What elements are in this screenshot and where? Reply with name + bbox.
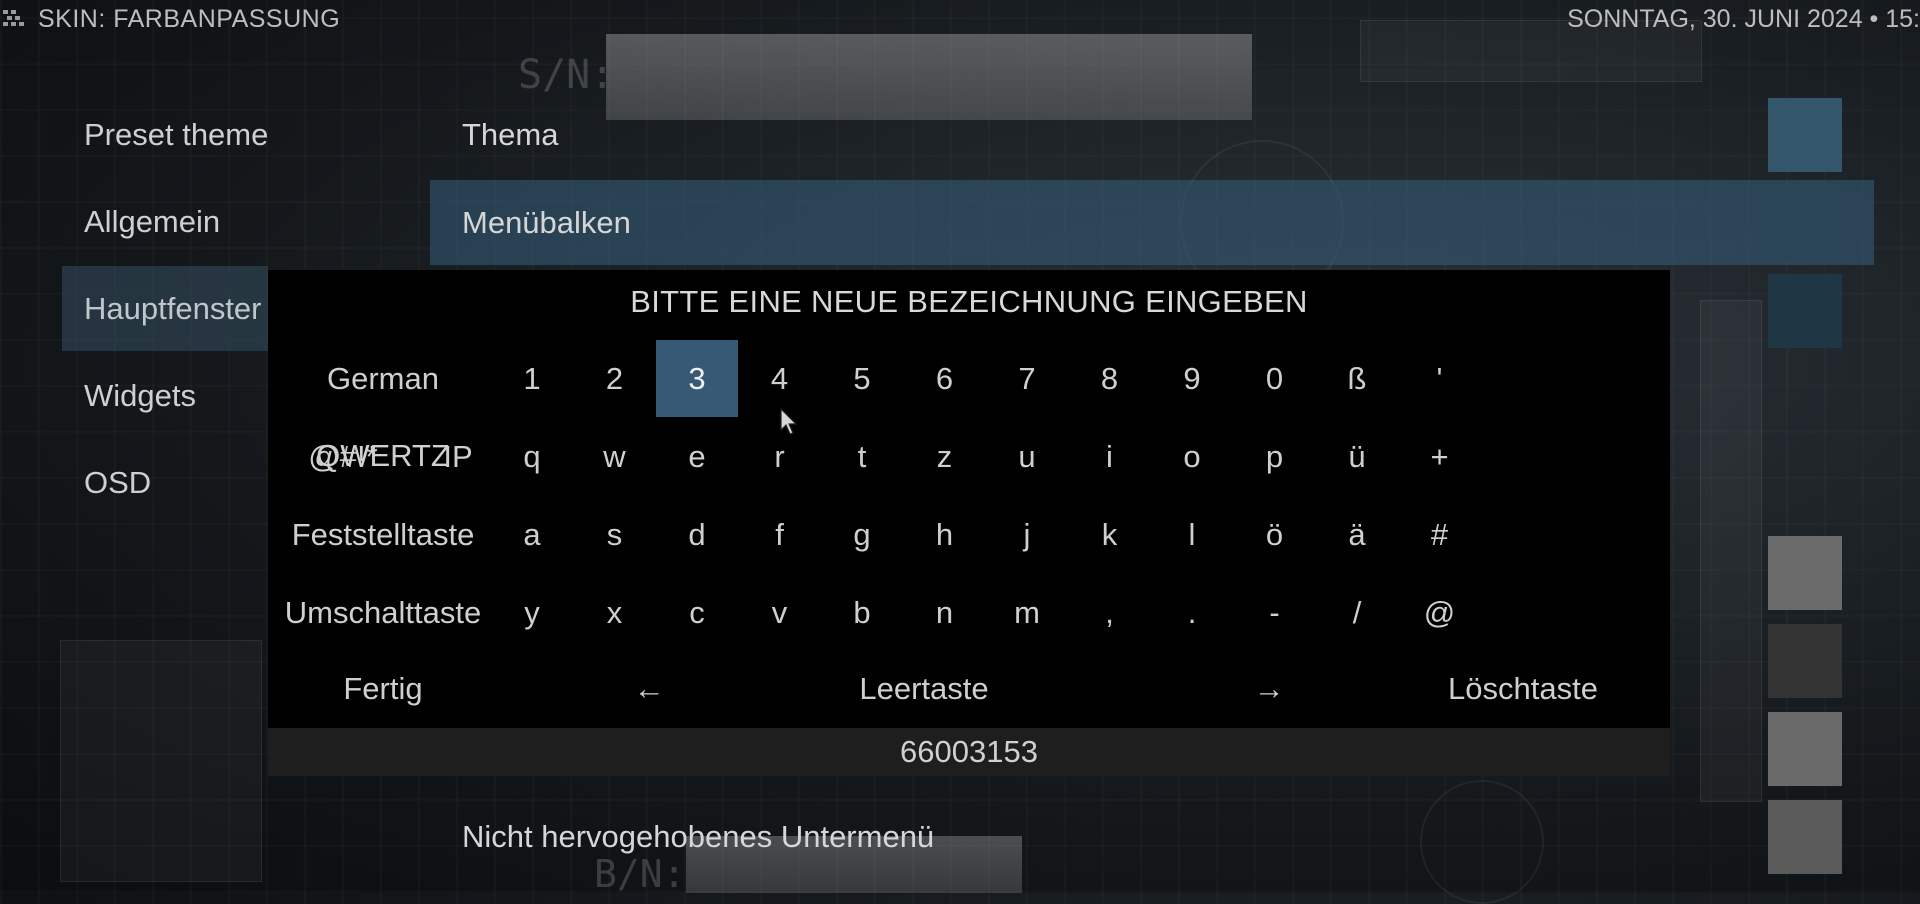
key-4-3[interactable]: c [656,574,738,651]
key-3-11[interactable]: ä [1316,496,1398,573]
key-3-7[interactable]: j [986,496,1068,573]
key-3-8[interactable]: k [1069,496,1151,573]
color-swatch-thema [1768,98,1842,172]
color-swatch [1768,712,1842,786]
color-swatch-untermenu [1768,800,1842,874]
sidebar-item-preset-themes[interactable]: Preset themes [62,92,268,177]
setting-row-menubalken[interactable]: Menübalken [430,180,1874,265]
skin-palette-icon [3,10,24,26]
sidebar-item-widgets[interactable]: Widgets [62,353,268,438]
key-3-12[interactable]: # [1399,496,1481,573]
cursor-left-button[interactable]: ← [614,650,684,727]
key-4-8[interactable]: , [1069,574,1151,651]
done-button[interactable]: Fertig [268,650,498,727]
key-3-2[interactable]: s [574,496,656,573]
background-chip [60,640,262,882]
key-3-9[interactable]: l [1151,496,1233,573]
cursor-right-button[interactable]: → [1234,650,1304,727]
color-swatch [1768,624,1842,698]
key-2-1[interactable]: q [491,418,573,495]
key-3-6[interactable]: h [904,496,986,573]
shift-button[interactable]: Umschalttaste [268,574,498,651]
keyboard-dialog: BITTE EINE NEUE BEZEICHNUNG EINGEBEN Ger… [268,270,1670,776]
sidebar-item-osd[interactable]: OSD [62,440,268,525]
mouse-pointer-icon [780,408,798,435]
key-4-6[interactable]: n [904,574,986,651]
key-4-2[interactable]: x [574,574,656,651]
key-1-2[interactable]: 2 [574,340,656,417]
key-4-7[interactable]: m [986,574,1068,651]
key-3-1[interactable]: a [491,496,573,573]
background-chip [1700,300,1762,802]
key-4-12[interactable]: @ [1399,574,1481,651]
key-1-1[interactable]: 1 [491,340,573,417]
dialog-title: BITTE EINE NEUE BEZEICHNUNG EINGEBEN [630,284,1308,319]
key-1-10[interactable]: 0 [1234,340,1316,417]
setting-row-thema[interactable]: Thema [430,92,1874,177]
key-3-3[interactable]: d [656,496,738,573]
key-4-10[interactable]: - [1234,574,1316,651]
key-1-3[interactable]: 3 [656,340,738,417]
key-2-6[interactable]: z [904,418,986,495]
capslock-button[interactable]: Feststelltaste [268,496,498,573]
key-2-2[interactable]: w [574,418,656,495]
space-button[interactable]: Leertaste [744,650,1104,727]
key-1-6[interactable]: 6 [904,340,986,417]
key-4-11[interactable]: / [1316,574,1398,651]
key-2-7[interactable]: u [986,418,1068,495]
key-1-4[interactable]: 4 [739,340,821,417]
date-time: SONNTAG, 30. JUNI 2024 • 15: [1567,5,1920,33]
key-1-11[interactable]: ß [1316,340,1398,417]
color-swatch [1768,536,1842,610]
text-input-field[interactable]: 66003153 [268,728,1670,776]
color-swatch-menubalken [1768,186,1842,260]
key-4-9[interactable]: . [1151,574,1233,651]
page-title: SKIN: FARBANPASSUNG [38,5,341,33]
symbols-button[interactable]: @#!* [268,418,418,495]
key-4-4[interactable]: v [739,574,821,651]
key-2-9[interactable]: o [1151,418,1233,495]
key-3-4[interactable]: f [739,496,821,573]
top-bar: SKIN: FARBANPASSUNG SONNTAG, 30. JUNI 20… [0,0,1920,40]
color-swatch [1768,274,1842,348]
key-1-12[interactable]: ' [1399,340,1481,417]
key-2-8[interactable]: i [1069,418,1151,495]
key-4-1[interactable]: y [491,574,573,651]
key-2-3[interactable]: e [656,418,738,495]
setting-row-untermenu[interactable]: Nicht hervogehobenes Untermenü [430,794,1874,879]
key-1-8[interactable]: 8 [1069,340,1151,417]
key-1-5[interactable]: 5 [821,340,903,417]
key-1-7[interactable]: 7 [986,340,1068,417]
key-4-5[interactable]: b [821,574,903,651]
key-2-12[interactable]: + [1399,418,1481,495]
key-2-5[interactable]: t [821,418,903,495]
key-3-10[interactable]: ö [1234,496,1316,573]
ip-button[interactable]: IP [418,418,498,495]
key-2-10[interactable]: p [1234,418,1316,495]
sidebar-item-allgemein[interactable]: Allgemein [62,179,268,264]
key-3-5[interactable]: g [821,496,903,573]
keyboard-layout-button[interactable]: German QWERTZ [268,340,498,473]
backspace-button[interactable]: Löschtaste [1398,650,1648,727]
key-2-11[interactable]: ü [1316,418,1398,495]
sidebar-item-hauptfenster[interactable]: Hauptfenster [62,266,268,351]
key-1-9[interactable]: 9 [1151,340,1233,417]
